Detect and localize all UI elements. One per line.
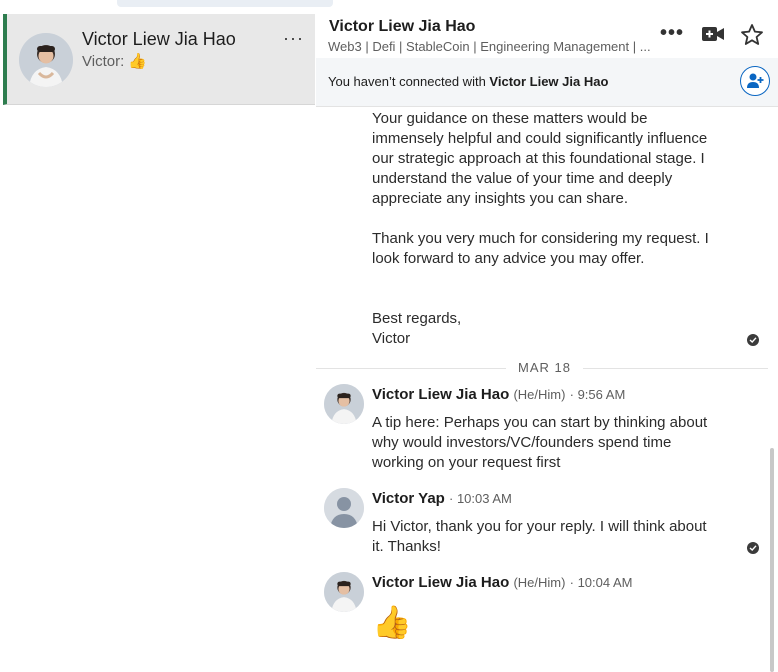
message-text: A tip here: Perhaps you can start by thi… [372,414,708,471]
sender-pronoun: (He/Him) [513,387,566,402]
message-time: 10:04 AM [577,575,633,590]
conversation-header: Victor Liew Jia Hao Web3 | Defi | Stable… [316,14,778,59]
avatar[interactable] [324,488,364,528]
message-time: 10:03 AM [456,491,512,506]
avatar [19,33,73,87]
top-strip [0,0,778,14]
star-icon[interactable] [740,23,764,52]
message-thread: Your guidance on these matters would be … [316,107,778,672]
conversation-list: Victor Liew Jia Hao Victor: 👍 ··· [0,14,317,672]
message-time: 9:56 AM [577,387,626,402]
avatar[interactable] [324,572,364,612]
sender-name[interactable]: Victor Liew Jia Hao [372,386,509,403]
header-subtitle: Web3 | Defi | StableCoin | Engineering M… [328,39,651,54]
check-circle-icon [747,334,759,346]
message-paragraph: Victor [372,330,411,347]
notice-prefix: You haven’t connected with [328,74,490,89]
message-paragraph: Best regards, [372,310,462,327]
avatar[interactable] [324,384,364,424]
scrollbar[interactable] [770,448,774,672]
message-paragraph: Your guidance on these matters would be … [372,110,708,207]
sender-name[interactable]: Victor Yap [372,490,445,507]
top-tab-pill [117,0,333,7]
check-circle-icon [747,542,759,554]
more-horizontal-icon[interactable]: ··· [283,28,304,49]
message-sender: Victor Yap · 10:03 AM [372,490,512,507]
notice-text: You haven’t connected with Victor Liew J… [328,74,608,89]
conversation-preview: Victor: 👍 [82,53,148,70]
message-text: Hi Victor, thank you for your reply. I w… [372,518,707,555]
message-sender: Victor Liew Jia Hao (He/Him) · 10:04 AM [372,574,633,591]
header-title[interactable]: Victor Liew Jia Hao [329,18,475,36]
message-sender: Victor Liew Jia Hao (He/Him) · 9:56 AM [372,386,626,403]
sender-pronoun: (He/Him) [513,575,566,590]
sender-name[interactable]: Victor Liew Jia Hao [372,574,509,591]
message-paragraph: Thank you very much for considering my r… [372,230,709,267]
add-person-icon[interactable] [740,66,770,96]
notice-name[interactable]: Victor Liew Jia Hao [489,74,608,89]
more-horizontal-icon[interactable]: ••• [660,22,684,45]
video-call-icon[interactable] [702,26,724,47]
connection-notice: You haven’t connected with Victor Liew J… [316,58,778,107]
conversation-name: Victor Liew Jia Hao [82,29,236,49]
thumbs-up-emoji: 👍 [372,604,412,640]
conversation-item[interactable]: Victor Liew Jia Hao Victor: 👍 ··· [3,14,315,105]
date-label: MAR 18 [506,360,583,375]
